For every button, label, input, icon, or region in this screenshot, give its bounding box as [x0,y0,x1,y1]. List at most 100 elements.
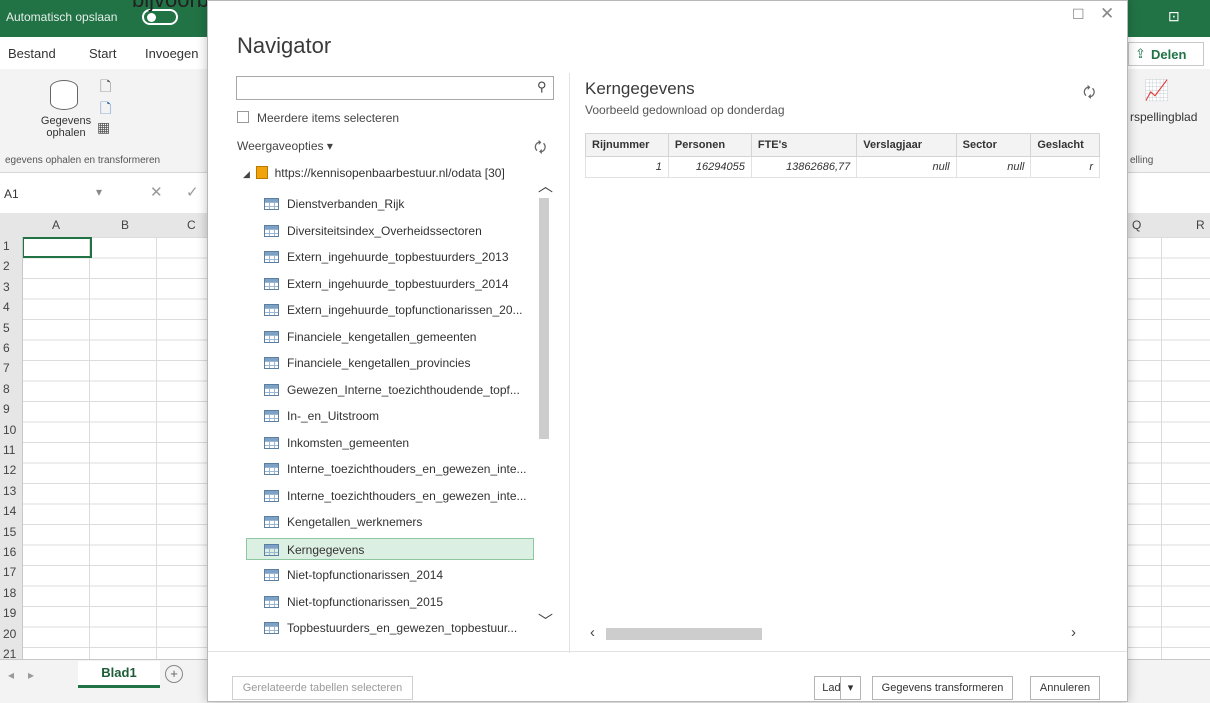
scroll-down-icon[interactable]: ﹀ [538,610,553,631]
chart-icon[interactable]: 📈 [1144,78,1169,103]
row-header[interactable]: 17 [3,565,16,579]
scroll-left-icon[interactable]: ‹ [590,624,595,641]
row-header[interactable]: 7 [3,361,10,375]
column-header[interactable]: Personen [667,133,752,157]
column-header[interactable]: Q [1132,218,1141,232]
tree-item-label: Extern_ingehuurde_topbestuurders_2014 [287,276,509,291]
close-icon[interactable]: ✕ [1100,4,1114,24]
row-header[interactable]: 11 [3,443,15,457]
name-box[interactable]: A1 [4,187,19,201]
tree-scroll-thumb[interactable] [539,198,549,439]
tree-item-label: In-_en_Uitstroom [287,409,380,423]
add-sheet-icon[interactable]: + [165,665,183,683]
cancel-entry-icon[interactable]: ✕ [150,183,163,201]
column-header[interactable]: A [52,218,60,232]
from-table-icon[interactable]: ▦ [97,119,110,136]
ribbon-right-label[interactable]: rspellingblad [1130,110,1197,124]
column-header[interactable]: FTE's [750,133,858,157]
row-header[interactable]: 1 [3,239,10,253]
table-icon [264,383,279,396]
get-data-button[interactable]: Gegevens ophalen [36,115,96,139]
tree-item[interactable]: Interne_toezichthouders_en_gewezen_inte.… [247,485,535,507]
row-header[interactable]: 16 [3,545,16,559]
column-header[interactable]: Geslacht [1030,133,1100,157]
tree-item[interactable]: Niet-topfunctionarissen_2014 [247,564,535,586]
tree-item[interactable]: Diversiteitsindex_Overheidssectoren [247,220,535,242]
tree-item-label: Financiele_kengetallen_provincies [287,356,471,370]
window-restore-icon[interactable]: ⊡ [1168,8,1180,25]
active-cell[interactable] [22,237,92,258]
prev-sheet-icon[interactable]: ◂ [8,668,14,682]
preview-subtitle: Voorbeeld gedownload op donderdag [585,103,785,117]
tree-item[interactable]: Gewezen_Interne_toezichthoudende_topf... [247,379,535,401]
row-header[interactable]: 18 [3,586,16,600]
preview-hscroll-thumb[interactable] [606,628,762,640]
column-header[interactable]: B [121,218,129,232]
tree-item[interactable]: Kerngegevens [246,537,534,560]
tree-root-label: https://kennisopenbaarbestuur.nl/odata [… [274,166,505,180]
tab-invoegen[interactable]: Invoegen [145,46,199,61]
tree-item[interactable]: Extern_ingehuurde_topbestuurders_2013 [247,246,535,268]
column-header[interactable]: Rijnummer [585,133,669,157]
confirm-entry-icon[interactable]: ✓ [186,183,199,201]
tree-item[interactable]: Kengetallen_werknemers [247,511,535,533]
row-header[interactable]: 5 [3,321,10,335]
row-header[interactable]: 4 [3,300,10,314]
select-related-tables-button[interactable]: Gerelateerde tabellen selecteren [232,676,413,700]
multi-select-checkbox[interactable] [237,111,249,123]
table-icon [264,251,279,263]
column-header[interactable]: Verslagjaar [856,133,957,157]
column-header[interactable]: C [187,218,196,232]
scroll-right-icon[interactable]: › [1071,624,1076,641]
tree-item[interactable]: Interne_toezichthouders_en_gewezen_inte.… [247,458,535,480]
row-header[interactable]: 6 [3,341,10,355]
tree-item[interactable]: Extern_ingehuurde_topfunctionarissen_20.… [247,299,535,321]
sheet-tab-blad1[interactable]: Blad1 [78,661,160,688]
tree-item[interactable]: Niet-topfunctionarissen_2015 [247,591,535,613]
tree-item[interactable]: Inkomsten_gemeenten [247,432,535,454]
tree-item-label: Gewezen_Interne_toezichthoudende_topf... [287,382,520,397]
row-header[interactable]: 14 [3,504,16,518]
search-icon[interactable]: ⚲ [537,79,547,95]
cancel-button[interactable]: Annuleren [1030,676,1100,700]
scroll-up-icon[interactable]: ︿ [538,175,553,196]
expand-arrow-icon[interactable]: ◢ [243,169,250,179]
next-sheet-icon[interactable]: ▸ [28,668,34,682]
tree-root[interactable]: ◢ https://kennisopenbaarbestuur.nl/odata… [243,166,505,180]
row-header[interactable]: 12 [3,463,16,477]
from-text-icon[interactable]: 🗋 [100,76,111,100]
tree-item[interactable]: Extern_ingehuurde_topbestuurders_2014 [247,273,535,295]
table-icon [264,463,279,475]
table-cell: 16294055 [667,156,752,178]
tree-item[interactable]: Financiele_kengetallen_gemeenten [247,326,535,348]
preview-table: Rijnummer Personen FTE's Verslagjaar Sec… [585,133,1100,178]
transform-data-button[interactable]: Gegevens transformeren [872,676,1013,700]
row-header[interactable]: 3 [3,280,10,294]
search-input[interactable] [236,76,554,100]
tree-item[interactable]: Dienstverbanden_Rijk [247,193,535,215]
tree-item[interactable]: Topbestuurders_en_gewezen_topbestuur... [247,617,535,639]
column-header[interactable]: Sector [955,133,1032,157]
namebox-dropdown-icon[interactable]: ▾ [96,185,102,199]
maximize-icon[interactable]: ☐ [1072,6,1085,23]
view-options-dropdown[interactable]: Weergaveopties ▾ [237,139,333,153]
load-dropdown-button[interactable]: ▾ [840,676,861,700]
row-header[interactable]: 10 [3,423,16,437]
column-header[interactable]: R [1196,218,1205,232]
row-header[interactable]: 19 [3,606,16,620]
refresh-icon[interactable]: 🗘 [534,137,547,161]
refresh-preview-icon[interactable]: 🗘 [1083,82,1096,106]
share-button[interactable]: ⇪ Delen [1128,42,1204,66]
row-header[interactable]: 9 [3,402,10,416]
tab-start[interactable]: Start [89,46,116,61]
row-header[interactable]: 13 [3,484,16,498]
tree-item-label: Kengetallen_werknemers [287,515,423,529]
row-header[interactable]: 2 [3,259,10,273]
tab-bestand[interactable]: Bestand [8,46,56,61]
tree-item[interactable]: In-_en_Uitstroom [247,405,535,427]
row-header[interactable]: 20 [3,627,16,641]
row-header[interactable]: 8 [3,382,10,396]
ribbon-right-caption: elling [1130,155,1154,166]
tree-item[interactable]: Financiele_kengetallen_provincies [247,352,535,374]
row-header[interactable]: 15 [3,525,16,539]
